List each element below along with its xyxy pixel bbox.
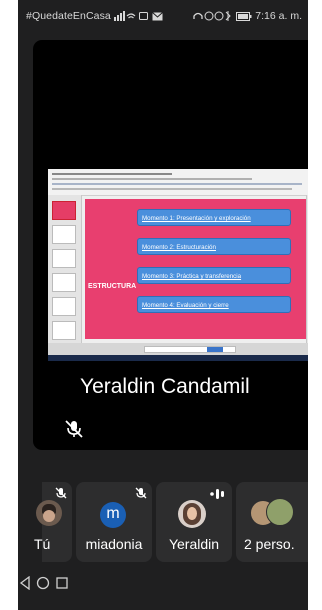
os-taskbar — [48, 355, 308, 361]
app-toolbar — [48, 169, 308, 196]
notification-bar — [144, 346, 236, 353]
avatar: m — [100, 502, 126, 528]
participant-name-you: Tú — [34, 536, 51, 552]
participant-card-you[interactable]: Tú — [34, 482, 72, 562]
android-nav-bar — [18, 575, 308, 610]
back-nav-icon[interactable] — [18, 575, 32, 591]
moment-4-box: Momento 4: Evaluación y cierre — [137, 296, 291, 313]
headphones-icon — [193, 11, 232, 22]
participant-strip[interactable]: Tú m miadonia Yeraldin 2 perso. — [18, 482, 308, 562]
participant-card-miadonia[interactable]: m miadonia — [76, 482, 152, 562]
participant-card-yeraldin[interactable]: Yeraldin — [156, 482, 232, 562]
audio-level-icon — [210, 489, 224, 499]
slide-side-label: ESTRUCTURA — [88, 283, 137, 290]
participant-name-yeraldin: Yeraldin — [168, 536, 220, 552]
mail-icon — [152, 11, 163, 21]
status-left: #QuedateEnCasa — [26, 10, 163, 22]
mic-off-icon — [65, 420, 83, 438]
recents-nav-icon[interactable] — [55, 576, 69, 590]
mic-off-icon — [55, 487, 67, 499]
battery-icon — [236, 11, 252, 21]
side-panel — [306, 195, 308, 343]
participant-name-others: 2 perso. — [244, 536, 295, 552]
moment-1-box: Momento 1: Presentación y exploración — [137, 209, 291, 226]
status-bar: #QuedateEnCasa 7:16 a. m. — [18, 0, 308, 34]
participant-name-miadonia: miadonia — [85, 536, 143, 552]
status-time: 7:16 a. m. — [255, 10, 302, 22]
slide-canvas: ESTRUCTURA Momento 1: Presentación y exp… — [85, 199, 308, 339]
status-right: 7:16 a. m. — [193, 10, 302, 22]
mic-off-icon — [135, 487, 147, 499]
slide-thumbnails — [48, 195, 82, 343]
notification-text: #QuedateEnCasa — [26, 10, 111, 22]
moment-3-box: Momento 3: Práctica y transferencia — [137, 267, 291, 284]
home-nav-icon[interactable] — [36, 576, 50, 590]
main-participant-name: Yeraldin Candamil — [80, 375, 250, 398]
avatar — [178, 500, 206, 528]
signal-icon — [113, 11, 136, 22]
app-statusbar — [48, 343, 308, 361]
avatar — [36, 500, 62, 526]
wifi-icon — [138, 12, 148, 21]
screen-share-content: ESTRUCTURA Momento 1: Presentación y exp… — [48, 169, 308, 361]
moment-2-box: Momento 2: Estructuración — [137, 238, 291, 255]
participant-card-others[interactable]: 2 perso. — [236, 482, 308, 562]
avatar — [266, 498, 294, 526]
meet-screen: #QuedateEnCasa 7:16 a. m. ESTRUCTURA Mom… — [18, 0, 308, 610]
main-video-tile[interactable]: ESTRUCTURA Momento 1: Presentación y exp… — [33, 40, 308, 450]
